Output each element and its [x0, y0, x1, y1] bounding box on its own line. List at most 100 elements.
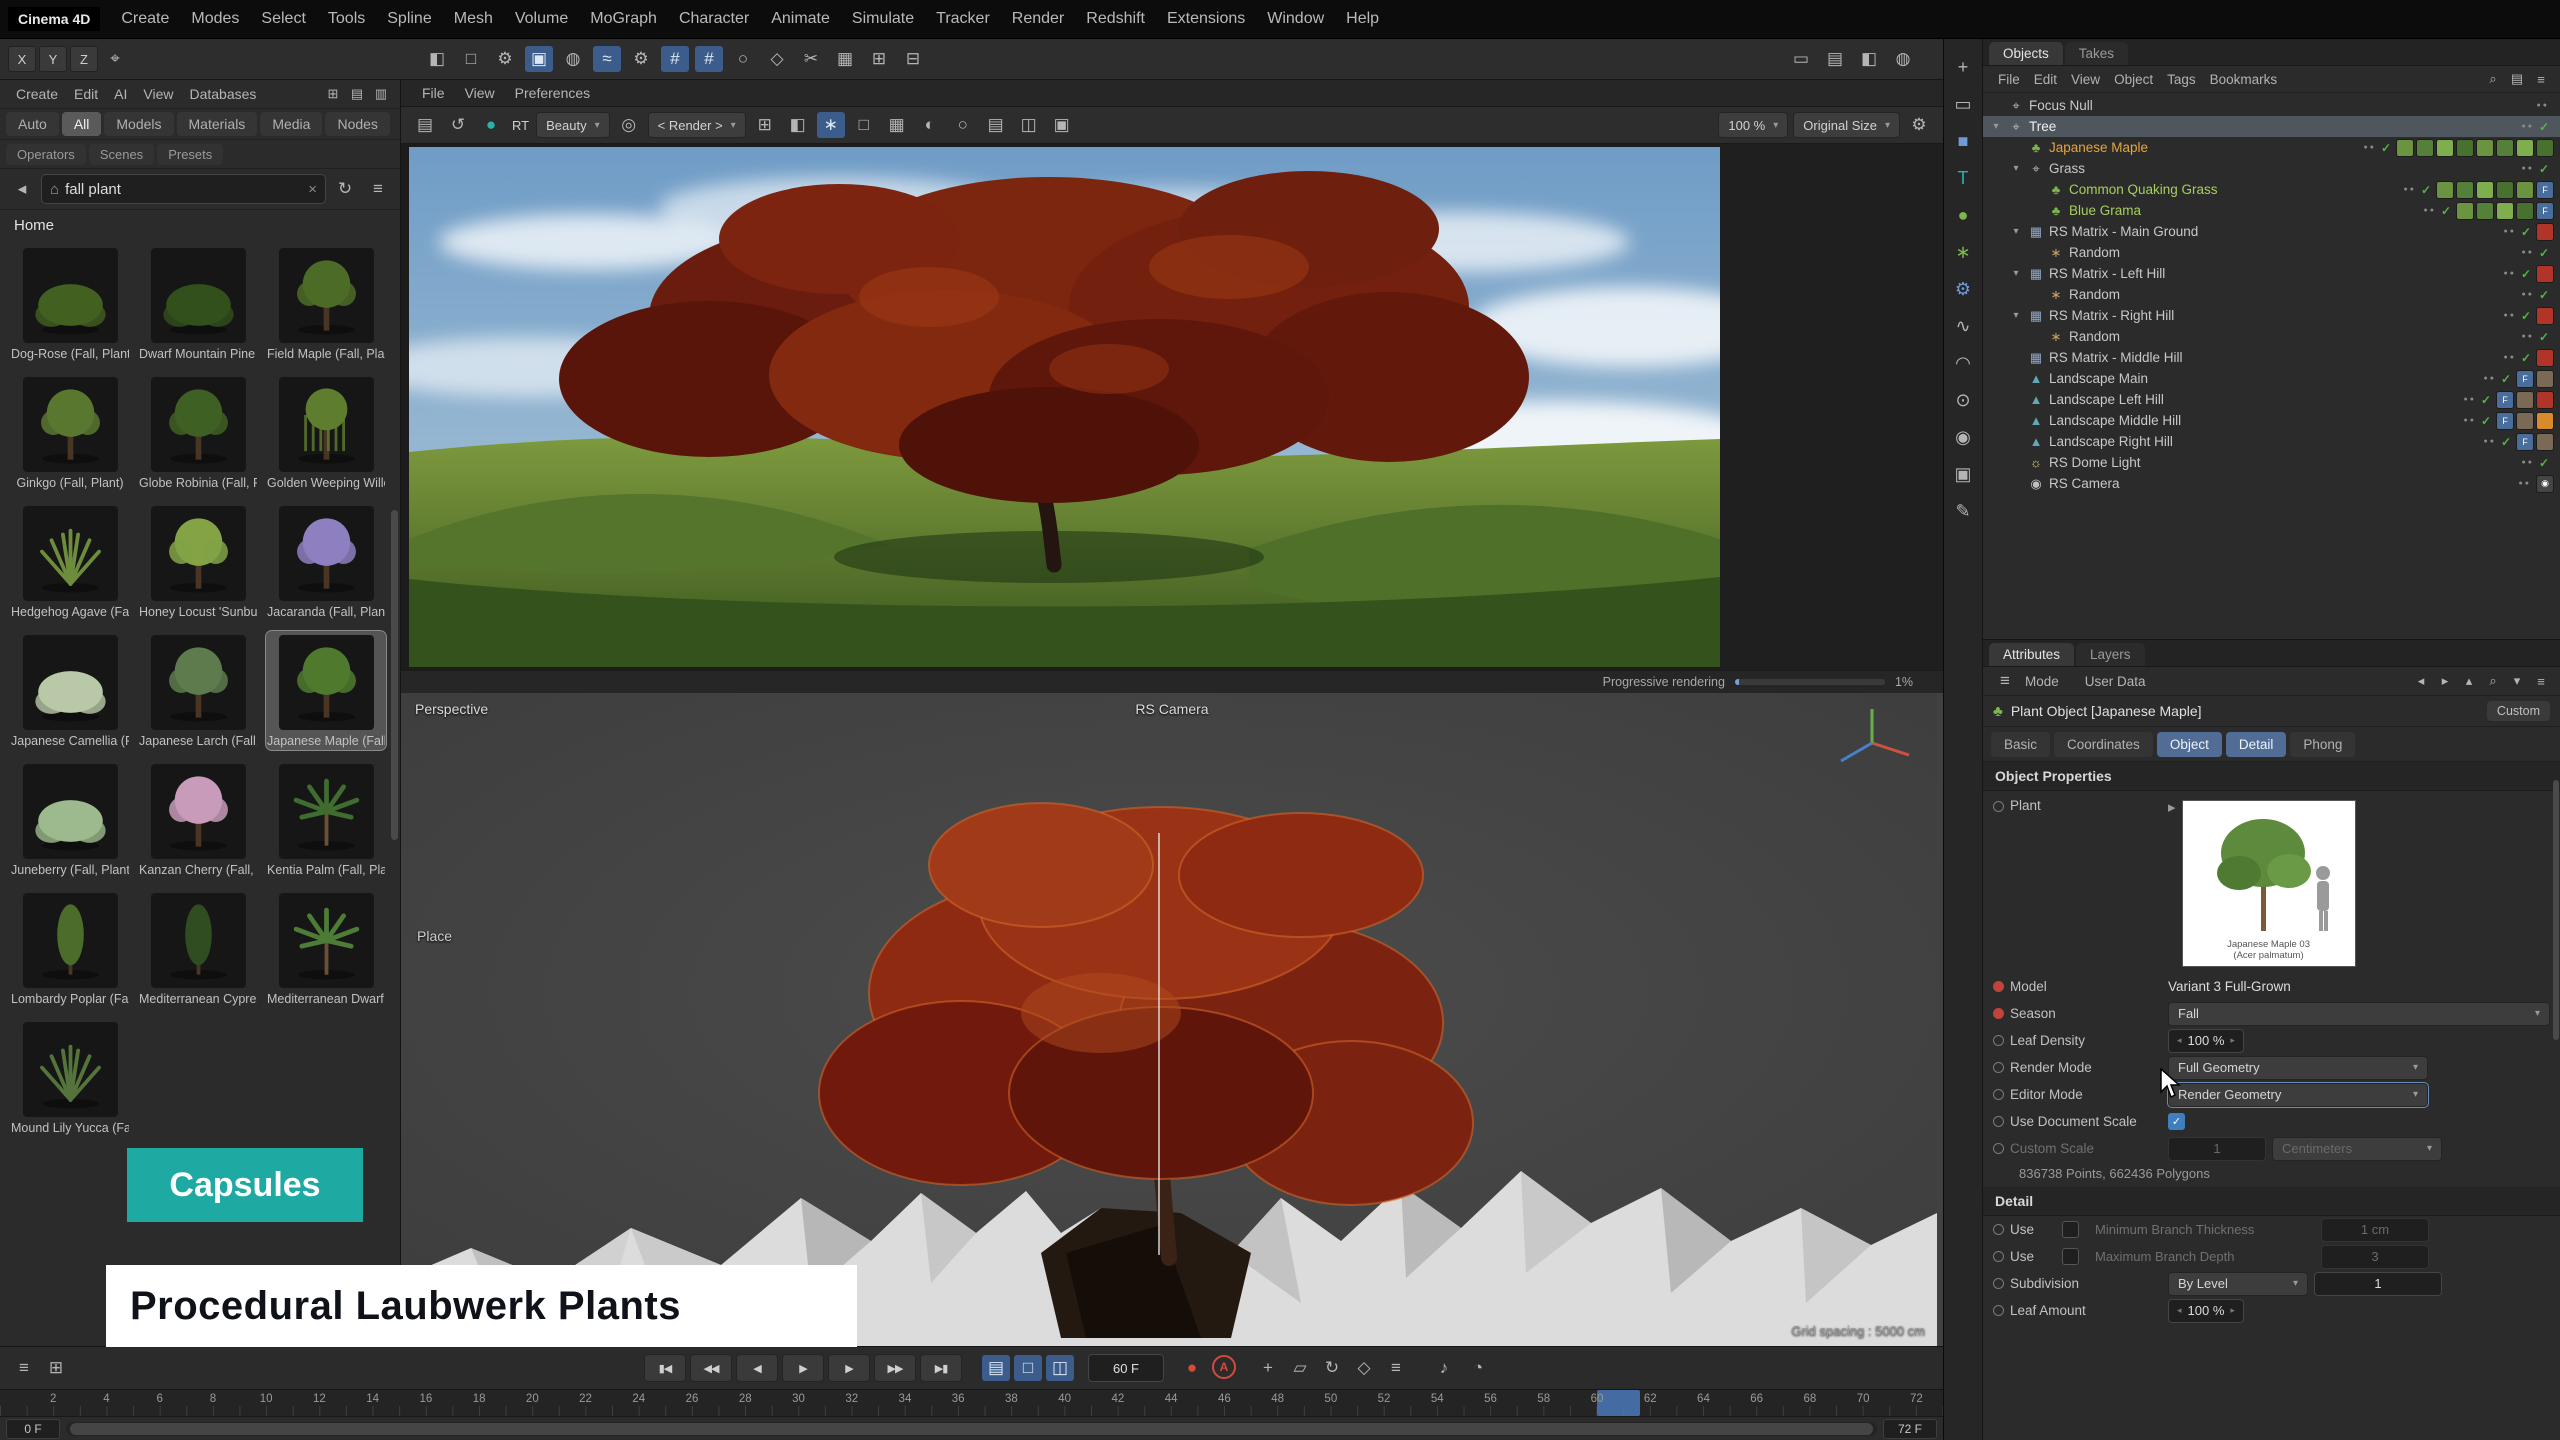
compare-icon[interactable]: ◧ [784, 112, 812, 138]
range-end-field[interactable]: 72 F [1883, 1419, 1937, 1439]
panel-menu-icon[interactable]: ≡ [2530, 69, 2552, 89]
scissors-icon[interactable]: ✂ [797, 46, 825, 72]
expand-toggle-icon[interactable]: ▾ [2009, 268, 2023, 279]
enabled-check-icon[interactable]: ✓ [2539, 288, 2549, 302]
use-min-checkbox[interactable] [2062, 1221, 2079, 1238]
record-parameter-icon[interactable]: ◇ [1350, 1355, 1378, 1381]
keyframe-dot[interactable] [1993, 1035, 2004, 1046]
next-key-button[interactable]: ▶▶ [874, 1354, 916, 1382]
enabled-check-icon[interactable]: ✓ [2421, 183, 2431, 197]
visibility-dots-icon[interactable]: ●● [2483, 438, 2495, 445]
timeline-tick[interactable]: 20 [526, 1393, 539, 1405]
object-row[interactable]: ☼RS Dome Light●●✓ [1983, 452, 2560, 473]
keyframe-bar-icon[interactable]: ▤ [982, 1355, 1010, 1381]
menu-help[interactable]: Help [1335, 5, 1390, 33]
timeline-tick[interactable]: 72 [1910, 1393, 1923, 1405]
render-mode-select[interactable]: Full Geometry▾ [2168, 1056, 2428, 1080]
record-position-icon[interactable]: + [1254, 1355, 1282, 1381]
render-region-icon[interactable]: □ [457, 46, 485, 72]
visibility-dots-icon[interactable]: ●● [2463, 417, 2475, 424]
model-value[interactable]: Variant 3 Full-Grown [2168, 979, 2291, 994]
timeline-tick[interactable]: 68 [1804, 1393, 1817, 1405]
menu-spline[interactable]: Spline [376, 5, 442, 33]
attr-tab-basic[interactable]: Basic [1991, 732, 2050, 757]
object-row[interactable]: ▾▦RS Matrix - Right Hill●●✓ [1983, 305, 2560, 326]
menu-select[interactable]: Select [250, 5, 316, 33]
visibility-dots-icon[interactable]: ●● [2403, 186, 2415, 193]
phong-tag-icon[interactable]: F [2496, 412, 2514, 430]
om-menu-view[interactable]: View [2064, 70, 2107, 89]
transform-icon[interactable]: + [1948, 53, 1978, 81]
object-row[interactable]: ⌖Focus Null●● [1983, 95, 2560, 116]
material-tag-icon[interactable] [2516, 139, 2534, 157]
timeline-tick[interactable]: 42 [1111, 1393, 1124, 1405]
visibility-dots-icon[interactable]: ●● [2503, 270, 2515, 277]
rt-label[interactable]: RT [512, 118, 529, 133]
section-object-properties[interactable]: Object Properties [1983, 762, 2560, 791]
object-row[interactable]: ▾⌖Tree●●✓ [1983, 116, 2560, 137]
keyframe-dot[interactable] [1993, 1305, 2004, 1316]
renderview-menu-preferences[interactable]: Preferences [506, 83, 599, 103]
scatter-icon[interactable]: ∗ [1948, 238, 1978, 266]
simulate-icon[interactable]: ≈ [593, 46, 621, 72]
material-tag-icon[interactable] [2516, 181, 2534, 199]
visibility-dots-icon[interactable]: ●● [2521, 459, 2533, 466]
leaf-amount-field[interactable]: ◂100 %▸ [2168, 1299, 2244, 1323]
material-tag-icon[interactable] [2476, 202, 2494, 220]
om-menu-bookmarks[interactable]: Bookmarks [2203, 70, 2285, 89]
timeline-tick[interactable]: 58 [1537, 1393, 1550, 1405]
search-icon[interactable]: ⌕ [2482, 69, 2504, 89]
timeline-tick[interactable]: 36 [952, 1393, 965, 1405]
timeline-tick[interactable]: 6 [156, 1393, 162, 1405]
menu-volume[interactable]: Volume [504, 5, 579, 33]
subdivision-field[interactable]: 1 [2314, 1272, 2442, 1296]
material-tag-icon[interactable] [2396, 139, 2414, 157]
material-tag-icon[interactable] [2516, 202, 2534, 220]
timeline-tick[interactable]: 16 [419, 1393, 432, 1405]
om-menu-edit[interactable]: Edit [2027, 70, 2064, 89]
asset-tile[interactable]: Japanese Camellia (Fal... [10, 631, 130, 750]
pixel-grid-icon[interactable]: ▦ [883, 112, 911, 138]
phong-tag-icon[interactable]: F [2536, 181, 2554, 199]
prev-key-button[interactable]: ◀◀ [690, 1354, 732, 1382]
attr-tab-detail[interactable]: Detail [2226, 732, 2287, 757]
go-to-end-button[interactable]: ▶▮ [920, 1354, 962, 1382]
asset-tile[interactable]: Dwarf Mountain Pine (... [138, 244, 258, 363]
category-tab-presets[interactable]: Presets [157, 144, 223, 165]
object-row[interactable]: ▲Landscape Middle Hill●●✓F [1983, 410, 2560, 431]
material-tag-icon[interactable] [2456, 139, 2474, 157]
timeline-tick[interactable]: 28 [739, 1393, 752, 1405]
filter-tab-media[interactable]: Media [260, 112, 322, 136]
expand-toggle-icon[interactable]: ▾ [2009, 226, 2023, 237]
render-view-icon[interactable]: ◧ [423, 46, 451, 72]
timeline-tick[interactable]: 40 [1058, 1393, 1071, 1405]
axis-z-button[interactable]: Z [70, 46, 98, 72]
max-branch-field[interactable]: 3 [2321, 1245, 2429, 1269]
zoom-select[interactable]: 100 %▾ [1718, 112, 1788, 138]
layout-save-icon[interactable]: ▤ [1821, 46, 1849, 72]
visibility-dots-icon[interactable]: ●● [2521, 249, 2533, 256]
redshift-object-tag-icon[interactable] [2536, 265, 2554, 283]
timeline-range-scrollbar[interactable] [66, 1422, 1877, 1436]
enabled-check-icon[interactable]: ✓ [2539, 120, 2549, 134]
material-tag-icon[interactable] [2456, 202, 2474, 220]
info-icon[interactable]: ▣ [1048, 112, 1076, 138]
timeline-tick[interactable]: 48 [1271, 1393, 1284, 1405]
min-branch-field[interactable]: 1 cm [2321, 1218, 2429, 1242]
asset-tile[interactable]: Mound Lily Yucca (Fall... [10, 1018, 130, 1137]
half-icon[interactable]: ◐ [916, 112, 944, 138]
om-menu-object[interactable]: Object [2107, 70, 2160, 89]
subdivision-mode-select[interactable]: By Level▾ [2168, 1272, 2308, 1296]
phong-tag-icon[interactable]: F [2516, 433, 2534, 451]
asset-tile[interactable]: Jacaranda (Fall, Plant) [266, 502, 386, 621]
gear-icon[interactable]: ⚙ [1948, 275, 1978, 303]
enabled-check-icon[interactable]: ✓ [2521, 309, 2531, 323]
timeline-tick[interactable]: 56 [1484, 1393, 1497, 1405]
keyframe-dot[interactable] [1993, 1278, 2004, 1289]
enabled-check-icon[interactable]: ✓ [2539, 162, 2549, 176]
redshift-object-tag-icon[interactable] [2536, 349, 2554, 367]
timeline-tick[interactable]: 2 [50, 1393, 56, 1405]
custom-scale-unit-select[interactable]: Centimeters▾ [2272, 1137, 2442, 1161]
timeline-tick[interactable]: 30 [792, 1393, 805, 1405]
menu-modes[interactable]: Modes [180, 5, 250, 33]
